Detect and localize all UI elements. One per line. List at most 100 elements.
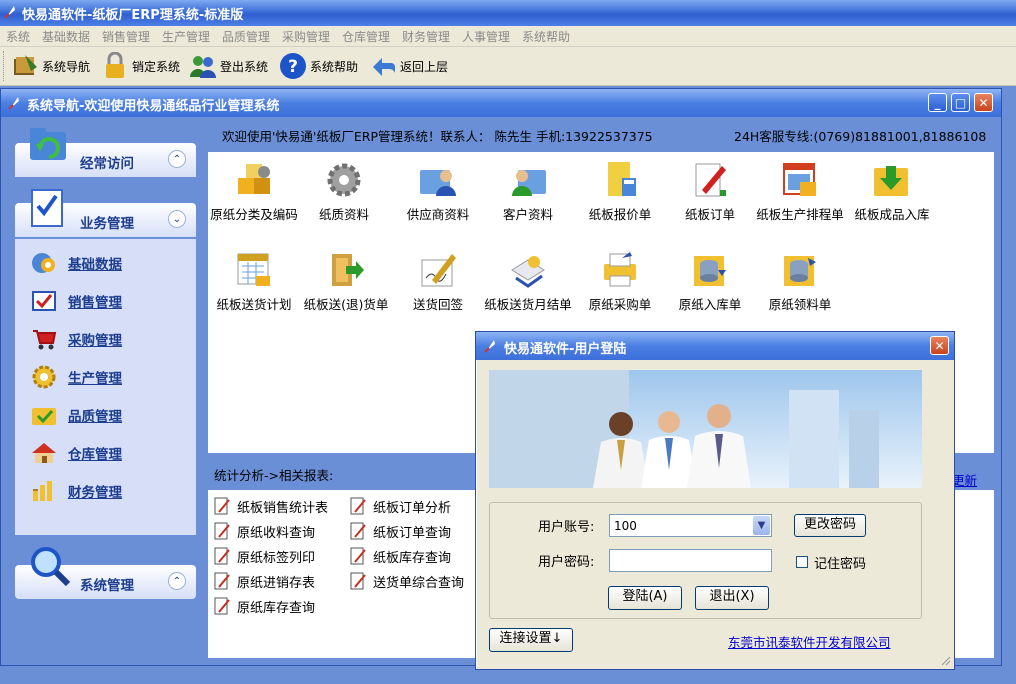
remember-checkbox[interactable]: [796, 556, 808, 568]
feather-icon: [484, 340, 495, 353]
module-paper-category[interactable]: 原纸分类及编码: [208, 158, 300, 222]
svg-text:?: ?: [288, 57, 298, 77]
nav-button[interactable]: 系统导航: [10, 50, 90, 82]
module-supplier[interactable]: 供应商资料: [392, 158, 484, 222]
collapse-icon[interactable]: ⌃: [168, 150, 186, 168]
menu-item[interactable]: 基础数据: [42, 28, 90, 45]
menu-item[interactable]: 品质管理: [222, 28, 270, 45]
maximize-button[interactable]: □: [951, 93, 970, 112]
module-order[interactable]: 纸板订单: [664, 158, 756, 222]
pen-doc-icon: [688, 158, 732, 202]
module-label: 纸板订单: [684, 207, 735, 222]
menu-item[interactable]: 人事管理: [462, 28, 510, 45]
resize-grip-icon[interactable]: [939, 654, 951, 666]
report-item[interactable]: 纸板订单查询: [348, 521, 451, 541]
menu-item[interactable]: 销售管理: [102, 28, 150, 45]
dialog-close-button[interactable]: ✕: [930, 336, 949, 355]
module-label: 原纸采购单: [588, 297, 652, 312]
report-item[interactable]: 原纸库存查询: [212, 596, 315, 616]
account-select[interactable]: 100 ▼: [609, 514, 772, 537]
door-arrow-icon: [324, 248, 368, 292]
login-dialog-title: 快易通软件-用户登陆: [504, 342, 627, 357]
module-delivery-sign[interactable]: 送货回签: [392, 248, 484, 312]
module-customer[interactable]: 客户资料: [482, 158, 574, 222]
sidebar-item-purchase[interactable]: 采购管理: [28, 326, 122, 352]
expand-icon[interactable]: ⌄: [168, 210, 186, 228]
module-quotation[interactable]: 纸板报价单: [574, 158, 666, 222]
lock-button-label: 销定系统: [132, 59, 181, 74]
account-value: 100: [614, 519, 637, 533]
report-doc-icon: [348, 496, 368, 516]
menu-item[interactable]: 采购管理: [282, 28, 330, 45]
exit-button[interactable]: 退出(X): [695, 586, 769, 610]
module-schedule[interactable]: 纸板生产排程单: [754, 158, 846, 222]
report-item[interactable]: 原纸标签列印: [212, 546, 315, 566]
menu-item[interactable]: 仓库管理: [342, 28, 390, 45]
module-monthly-statement[interactable]: 纸板送货月结单: [482, 248, 574, 312]
collapse-icon[interactable]: ⌃: [168, 572, 186, 590]
module-label: 客户资料: [502, 207, 553, 222]
refresh-link[interactable]: 更新: [952, 470, 977, 489]
feather-icon: [8, 97, 19, 110]
logout-button[interactable]: 登出系统: [188, 50, 268, 82]
change-password-button[interactable]: 更改密码: [794, 514, 866, 537]
password-label: 用户密码:: [538, 555, 595, 570]
report-item[interactable]: 纸板库存查询: [348, 546, 451, 566]
sidebar-item-warehouse[interactable]: 仓库管理: [28, 440, 122, 466]
module-label: 供应商资料: [406, 207, 470, 222]
login-button[interactable]: 登陆(A): [608, 586, 682, 610]
module-paper-purchase[interactable]: 原纸采购单: [574, 248, 666, 312]
module-label: 送货回签: [412, 297, 463, 312]
sidebar-item-quality[interactable]: 品质管理: [28, 402, 122, 428]
report-label: 纸板销售统计表: [237, 500, 329, 516]
users-icon: [188, 51, 218, 81]
checklist-icon: [31, 189, 63, 227]
module-delivery-return[interactable]: 纸板送(退)货单: [300, 248, 392, 312]
module-paper-requisition[interactable]: 原纸领料单: [754, 248, 846, 312]
password-input[interactable]: [609, 549, 772, 572]
app-title: 快易通软件-纸板厂ERP理系统-标准版: [22, 8, 244, 23]
module-finished-stock-in[interactable]: 纸板成品入库: [846, 158, 938, 222]
report-item[interactable]: 送货单综合查询: [348, 571, 464, 591]
company-link[interactable]: 东莞市讯泰软件开发有限公司: [728, 632, 891, 651]
help-button[interactable]: ? 系统帮助: [278, 50, 358, 82]
module-paper-stock-in[interactable]: 原纸入库单: [664, 248, 756, 312]
house-icon: [28, 440, 60, 466]
report-item[interactable]: 纸板销售统计表: [212, 496, 328, 516]
welcome-text: 欢迎使用'快易通'纸板厂ERP管理系统！联系人： 陈先生 手机:13922537…: [222, 129, 653, 144]
menu-item[interactable]: 财务管理: [402, 28, 450, 45]
toolbar-grip: [3, 51, 6, 81]
back-arrow-icon: [368, 51, 398, 81]
module-delivery-plan[interactable]: 纸板送货计划: [208, 248, 300, 312]
menu-item[interactable]: 系统: [6, 28, 30, 45]
lock-button[interactable]: 销定系统: [100, 50, 180, 82]
sidebar-item-base-data[interactable]: 基础数据: [28, 250, 122, 276]
report-label: 原纸收料查询: [237, 525, 316, 541]
report-doc-icon: [348, 546, 368, 566]
minimize-button[interactable]: _: [928, 93, 947, 112]
sidebar-item-finance[interactable]: 财务管理: [28, 478, 122, 504]
back-button[interactable]: 返回上层: [368, 50, 448, 82]
report-label: 纸板库存查询: [373, 550, 452, 566]
back-button-label: 返回上层: [400, 59, 449, 74]
report-label: 纸板订单查询: [373, 525, 452, 541]
report-doc-icon: [212, 546, 232, 566]
sidebar-item-production[interactable]: 生产管理: [28, 364, 122, 390]
report-item[interactable]: 原纸收料查询: [212, 521, 315, 541]
chevron-down-icon[interactable]: ▼: [753, 516, 770, 535]
gear-icon: [28, 364, 60, 390]
report-item[interactable]: 原纸进销存表: [212, 571, 315, 591]
close-button[interactable]: ✕: [974, 93, 993, 112]
stats-label: 统计分析->相关报表:: [214, 468, 334, 483]
report-label: 原纸进销存表: [237, 575, 316, 591]
connection-settings-button[interactable]: 连接设置↓: [489, 628, 573, 652]
sidebar-item-label: 采购管理: [68, 333, 122, 349]
menu-item[interactable]: 系统帮助: [522, 28, 570, 45]
sidebar-item-sales[interactable]: 销售管理: [28, 288, 122, 314]
menu-item[interactable]: 生产管理: [162, 28, 210, 45]
module-label: 纸板送货计划: [216, 297, 292, 312]
report-item[interactable]: 纸板订单分析: [348, 496, 451, 516]
module-paper-quality[interactable]: 纸质资料: [298, 158, 390, 222]
account-label: 用户账号:: [538, 520, 595, 535]
module-label: 纸板送货月结单: [484, 297, 572, 312]
